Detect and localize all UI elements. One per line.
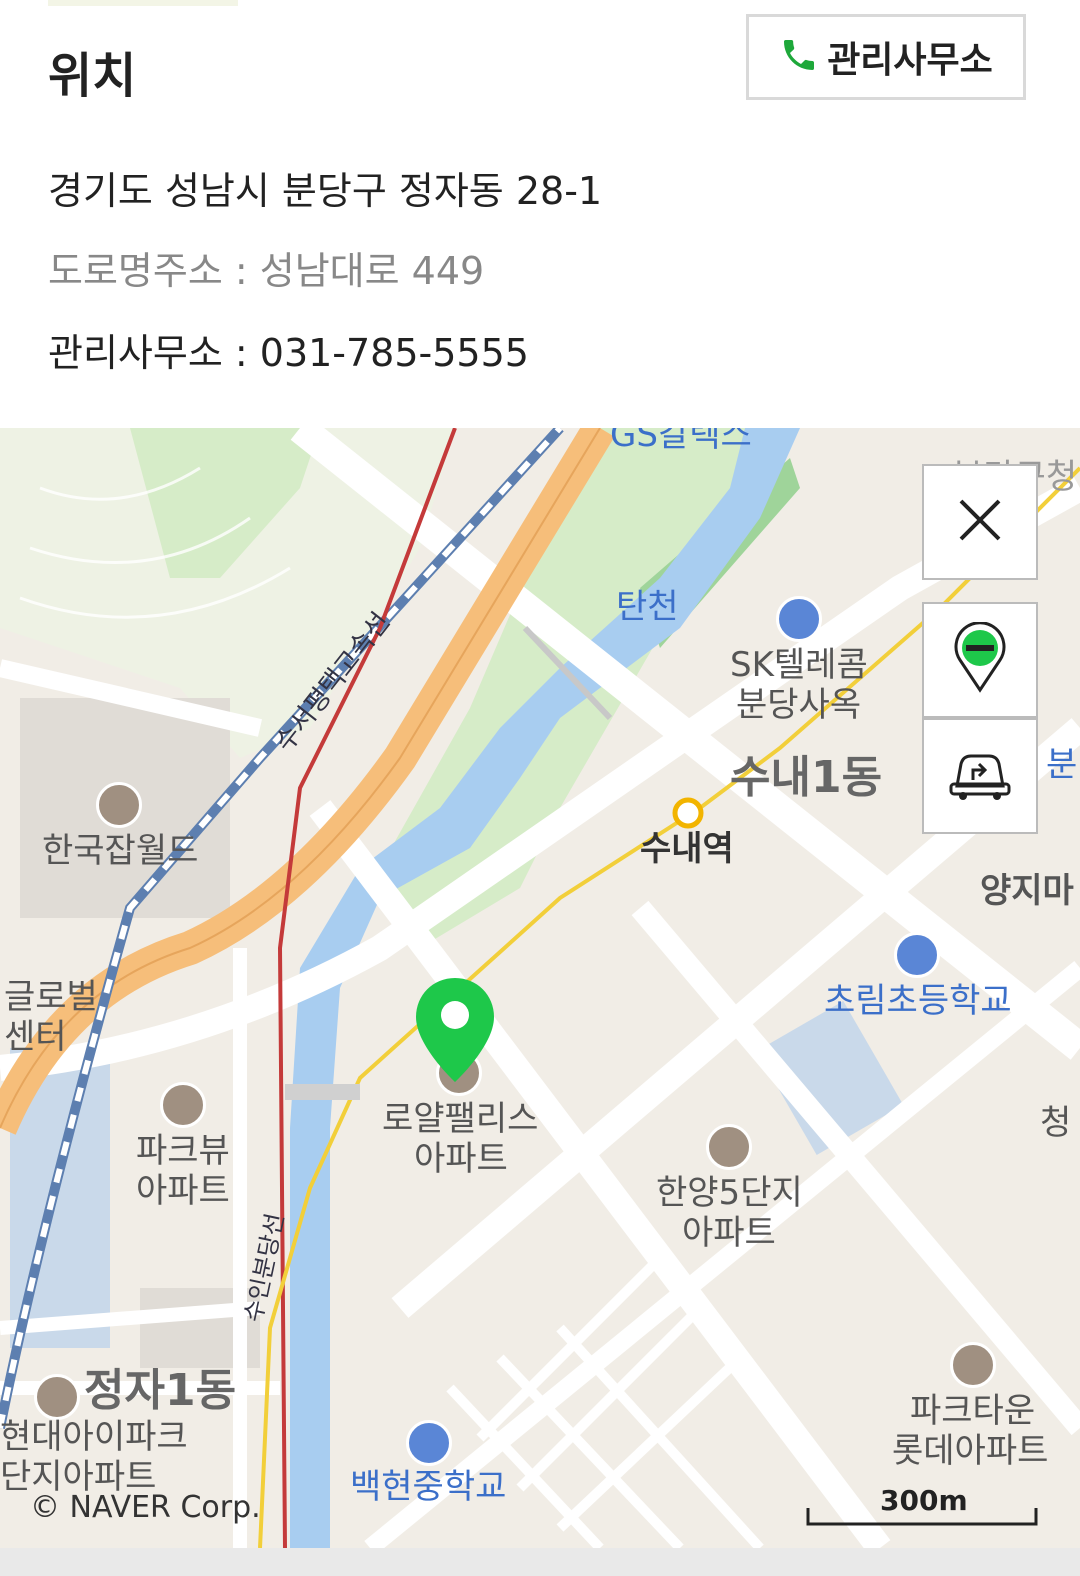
map-label-jobworld: 한국잡월드: [42, 831, 199, 871]
map-label-hyundai1: 현대아이파크: [0, 1417, 188, 1457]
jibun-address: 경기도 성남시 분당구 정자동 28-1: [48, 169, 603, 213]
directions-button[interactable]: [922, 718, 1038, 834]
map-label-jeongja1dong: 정자1동: [84, 1365, 237, 1416]
map-label-global2: 센터: [4, 1017, 67, 1057]
map-label-parkview1: 파크뷰: [136, 1131, 230, 1171]
map-label-gs: GS칼텍스: [610, 428, 752, 455]
school-icon: [894, 932, 940, 978]
car-directions-icon: [947, 746, 1013, 806]
map-label-parktown2: 롯데아파트: [892, 1431, 1049, 1471]
office-call-label: 관리사무소: [827, 40, 993, 81]
school-icon: [406, 1420, 452, 1466]
map-label-royal2: 아파트: [414, 1139, 508, 1179]
landmark-icon: [776, 596, 822, 642]
map-label-bun: 분: [1046, 745, 1078, 785]
location-info-panel: 위치 관리사무소 경기도 성남시 분당구 정자동 28-1 도로명주소 : 성남…: [0, 0, 1080, 428]
section-title: 위치: [48, 48, 137, 104]
apartment-icon: [160, 1082, 206, 1128]
transit-toggle-button[interactable]: [922, 602, 1038, 718]
road-address: 도로명주소 : 성남대로 449: [48, 249, 485, 293]
map-label-sunae1dong: 수내1동: [730, 752, 883, 803]
map-label-hanyang1: 한양5단지: [656, 1173, 803, 1213]
map-label-parktown1: 파크타운: [910, 1391, 1036, 1431]
map-label-sk2: 분당사옥: [736, 685, 862, 725]
apartment-icon: [950, 1342, 996, 1388]
bottom-bar: [0, 1548, 1080, 1576]
map-label-royal1: 로얄팰리스: [382, 1099, 539, 1139]
map-label-parkview2: 아파트: [136, 1171, 230, 1211]
poi-icon: [96, 782, 142, 828]
map-label-baekhyeon: 백현중학교: [350, 1467, 507, 1507]
apartment-icon: [34, 1374, 80, 1420]
scale-bar: [806, 1508, 1038, 1526]
map-label-chorim: 초림초등학교: [824, 981, 1012, 1021]
map-label-global1: 글로벌: [4, 977, 98, 1017]
map-close-button[interactable]: [922, 464, 1038, 580]
map-label-yangji: 양지마: [980, 871, 1074, 911]
map-label-tancheon: 탄천: [616, 587, 679, 627]
map-label-sunae-station: 수내역: [640, 829, 734, 869]
map-label-sk1: SK텔레콤: [730, 645, 868, 685]
transit-icon: [952, 621, 1008, 698]
map-label-hanyang2: 아파트: [682, 1213, 776, 1253]
map-view[interactable]: GS칼텍스 탄천 SK텔레콤 분당사옥 수내1동 수내역 양지마 분 초림초등학…: [0, 428, 1080, 1548]
office-phone: 관리사무소 : 031-785-5555: [48, 331, 529, 375]
office-call-button[interactable]: 관리사무소: [746, 14, 1026, 100]
top-accent-bar: [48, 0, 238, 6]
phone-icon: [779, 35, 819, 79]
location-marker-icon[interactable]: [414, 976, 496, 1090]
close-icon: [955, 495, 1005, 549]
apartment-icon: [706, 1124, 752, 1170]
map-copyright: © NAVER Corp.: [30, 1490, 261, 1525]
map-label-cheong: 청: [1040, 1103, 1072, 1143]
